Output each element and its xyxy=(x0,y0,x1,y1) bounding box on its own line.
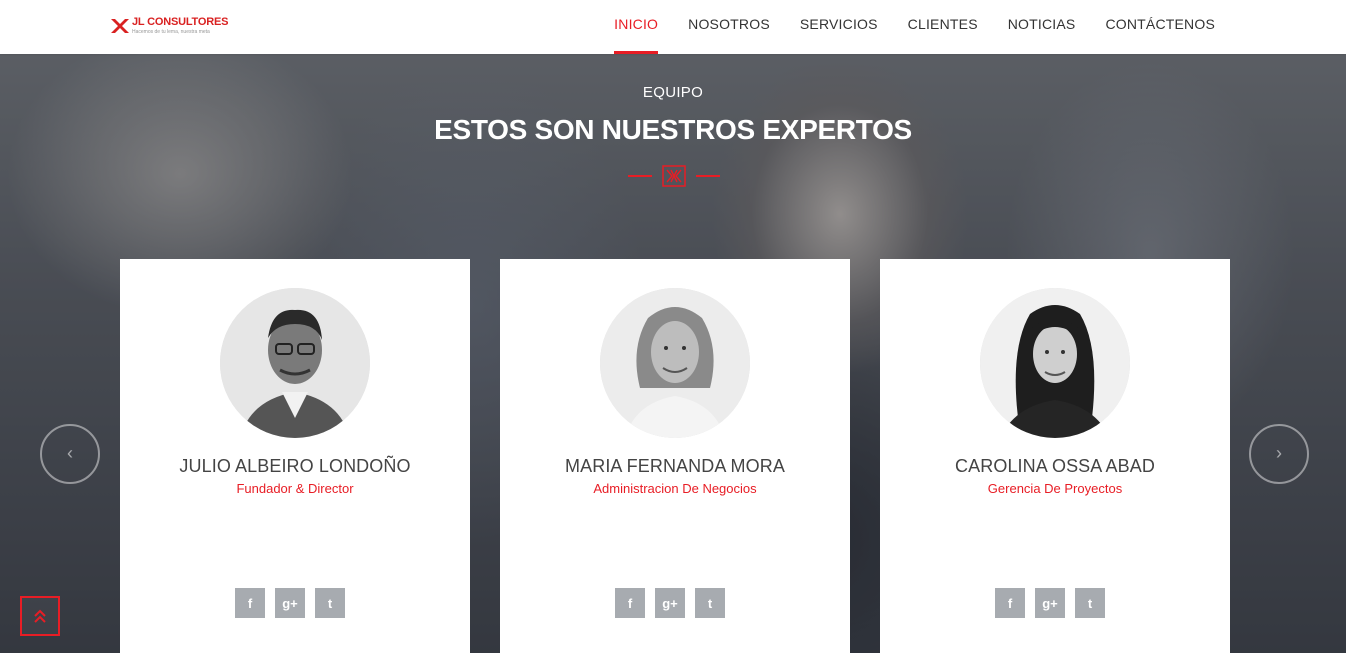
facebook-icon[interactable]: f xyxy=(995,588,1025,618)
section-subtitle: EQUIPO xyxy=(642,84,704,101)
nav-noticias[interactable]: NOTICIAS xyxy=(1008,0,1076,54)
main-nav: INICIO NOSOTROS SERVICIOS CLIENTES NOTIC… xyxy=(614,0,1215,54)
chevron-left-icon: ‹ xyxy=(67,443,73,463)
google-plus-icon[interactable]: g+ xyxy=(275,588,305,618)
avatar xyxy=(600,288,750,438)
team-card: CAROLINA OSSA ABAD Gerencia De Proyectos… xyxy=(880,259,1230,653)
twitter-icon[interactable]: t xyxy=(1075,588,1105,618)
avatar xyxy=(980,288,1130,438)
member-role: Administracion De Negocios xyxy=(593,481,757,496)
chevron-right-icon: › xyxy=(1276,443,1282,463)
nav-inicio[interactable]: INICIO xyxy=(614,0,659,54)
logo-tagline: Hacemos de tu lema, nuestra meta xyxy=(132,29,210,35)
social-links: f g+ t xyxy=(615,588,735,618)
avatar-photo xyxy=(980,288,1130,438)
logo-text: JL CONSULTORES xyxy=(132,16,229,28)
nav-clientes[interactable]: CLIENTES xyxy=(908,0,978,54)
divider-line-left xyxy=(628,175,652,177)
nav-contactenos[interactable]: CONTÁCTENOS xyxy=(1105,0,1215,54)
section-divider xyxy=(628,164,720,188)
google-plus-icon[interactable]: g+ xyxy=(655,588,685,618)
social-links: f g+ t xyxy=(995,588,1115,618)
double-chevron-up-icon xyxy=(34,609,46,623)
logo-mark-icon xyxy=(111,19,129,33)
facebook-icon[interactable]: f xyxy=(615,588,645,618)
member-role: Gerencia De Proyectos xyxy=(987,481,1123,496)
nav-servicios[interactable]: SERVICIOS xyxy=(800,0,878,54)
team-card: JULIO ALBEIRO LONDOÑO Fundador & Directo… xyxy=(120,259,470,653)
member-name: CAROLINA OSSA ABAD xyxy=(955,456,1155,476)
avatar-photo xyxy=(220,288,370,438)
twitter-icon[interactable]: t xyxy=(695,588,725,618)
member-name: MARIA FERNANDA MORA xyxy=(565,456,785,476)
divider-line-right xyxy=(696,175,720,177)
social-links: f g+ t xyxy=(235,588,355,618)
site-header: JL CONSULTORES Hacemos de tu lema, nuest… xyxy=(0,0,1346,54)
section-title: ESTOS SON NUESTROS EXPERTOS xyxy=(434,114,912,145)
carousel-prev-button[interactable]: ‹ xyxy=(40,424,100,484)
logo[interactable]: JL CONSULTORES Hacemos de tu lema, nuest… xyxy=(110,14,240,40)
back-to-top-button[interactable] xyxy=(20,596,60,636)
nav-nosotros[interactable]: NOSOTROS xyxy=(688,0,770,54)
emblem-icon xyxy=(662,165,686,187)
avatar-photo xyxy=(600,288,750,438)
avatar xyxy=(220,288,370,438)
facebook-icon[interactable]: f xyxy=(235,588,265,618)
twitter-icon[interactable]: t xyxy=(315,588,345,618)
member-name: JULIO ALBEIRO LONDOÑO xyxy=(179,456,411,476)
google-plus-icon[interactable]: g+ xyxy=(1035,588,1065,618)
member-role: Fundador & Director xyxy=(236,481,354,496)
team-card: MARIA FERNANDA MORA Administracion De Ne… xyxy=(500,259,850,653)
carousel-next-button[interactable]: › xyxy=(1249,424,1309,484)
